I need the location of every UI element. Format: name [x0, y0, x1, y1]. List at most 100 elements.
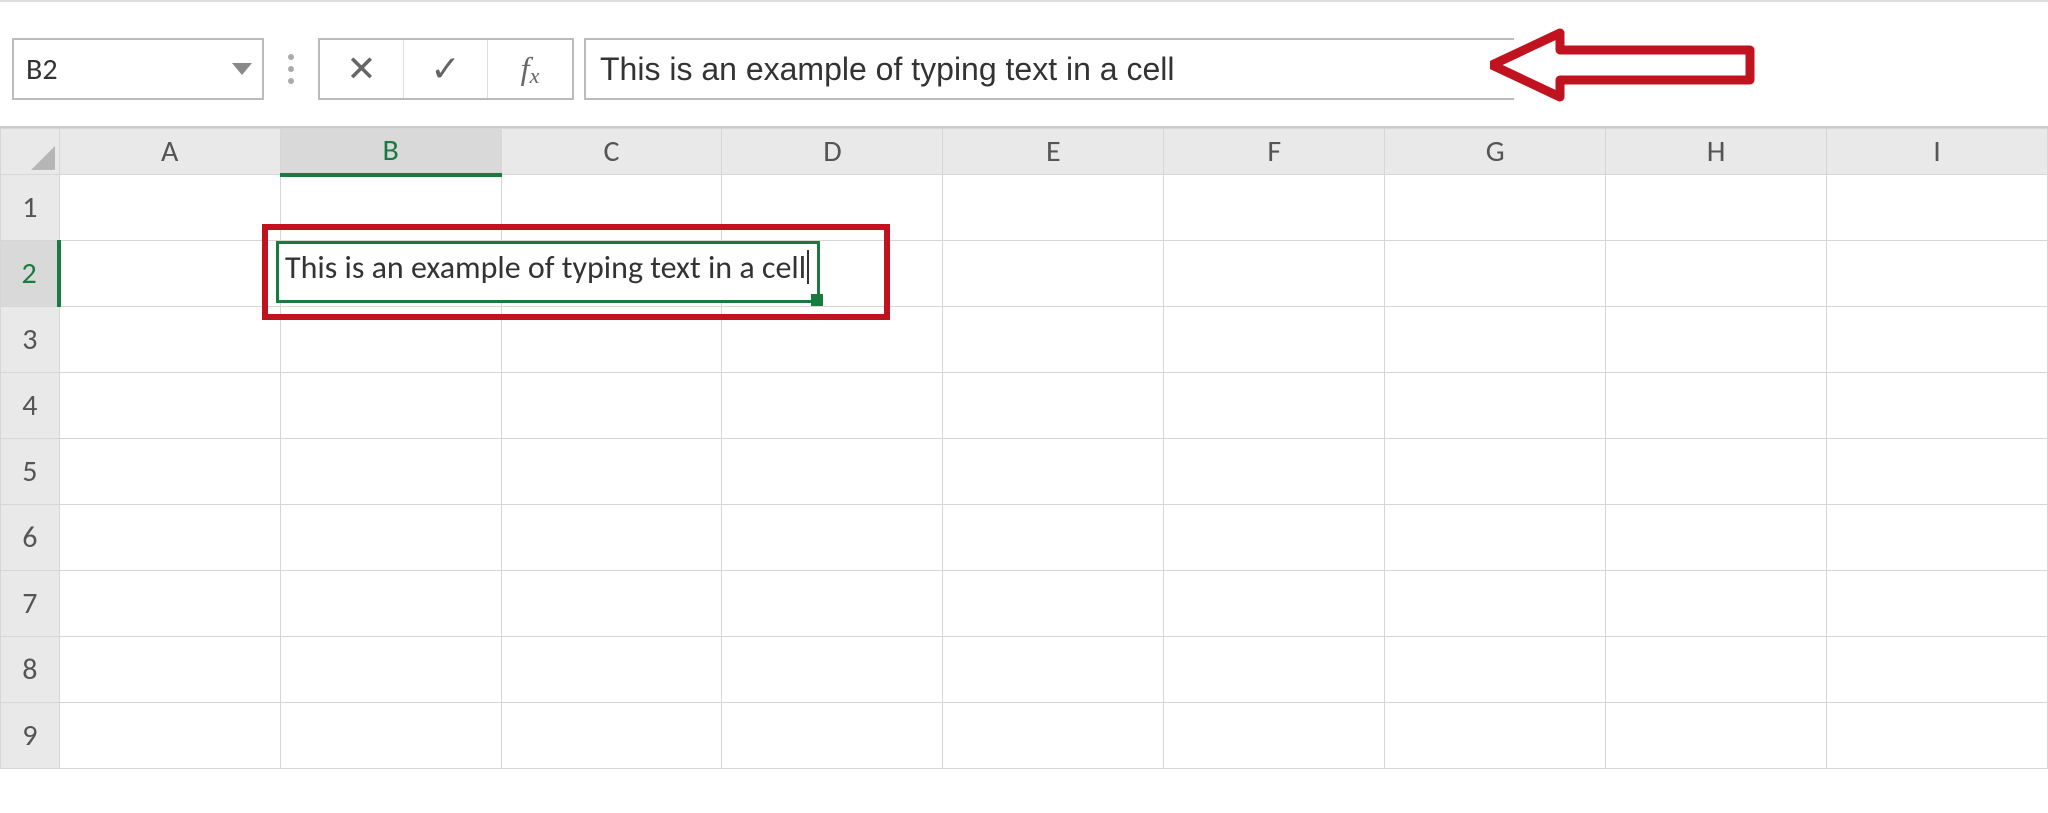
cell-I7[interactable]: [1827, 571, 2048, 637]
cell-A7[interactable]: [59, 571, 280, 637]
grid[interactable]: A B C D E F G H I 1 2 3: [0, 128, 2048, 769]
cell-A6[interactable]: [59, 505, 280, 571]
cell-I5[interactable]: [1827, 439, 2048, 505]
cell-C6[interactable]: [501, 505, 722, 571]
cell-A1[interactable]: [59, 175, 280, 241]
cell-F5[interactable]: [1164, 439, 1385, 505]
cell-D9[interactable]: [722, 703, 943, 769]
cell-G7[interactable]: [1385, 571, 1606, 637]
select-all-corner[interactable]: [1, 129, 60, 175]
cell-C1[interactable]: [501, 175, 722, 241]
cell-E3[interactable]: [943, 307, 1164, 373]
cell-D8[interactable]: [722, 637, 943, 703]
cell-C3[interactable]: [501, 307, 722, 373]
cell-A8[interactable]: [59, 637, 280, 703]
cell-B1[interactable]: [280, 175, 501, 241]
cell-H8[interactable]: [1606, 637, 1827, 703]
cell-G6[interactable]: [1385, 505, 1606, 571]
cell-A9[interactable]: [59, 703, 280, 769]
cell-C4[interactable]: [501, 373, 722, 439]
cell-C8[interactable]: [501, 637, 722, 703]
row-header-3[interactable]: 3: [1, 307, 60, 373]
cell-A5[interactable]: [59, 439, 280, 505]
row-header-2[interactable]: 2: [1, 241, 60, 307]
cell-I4[interactable]: [1827, 373, 2048, 439]
cell-I9[interactable]: [1827, 703, 2048, 769]
cell-E2[interactable]: [943, 241, 1164, 307]
cell-E8[interactable]: [943, 637, 1164, 703]
cell-E1[interactable]: [943, 175, 1164, 241]
cell-H2[interactable]: [1606, 241, 1827, 307]
cell-B7[interactable]: [280, 571, 501, 637]
cell-I3[interactable]: [1827, 307, 2048, 373]
cell-E4[interactable]: [943, 373, 1164, 439]
cell-C7[interactable]: [501, 571, 722, 637]
cell-F1[interactable]: [1164, 175, 1385, 241]
col-header-C[interactable]: C: [501, 129, 722, 175]
cell-D7[interactable]: [722, 571, 943, 637]
row-header-6[interactable]: 6: [1, 505, 60, 571]
cell-G9[interactable]: [1385, 703, 1606, 769]
cell-G5[interactable]: [1385, 439, 1606, 505]
row-header-4[interactable]: 4: [1, 373, 60, 439]
cell-H4[interactable]: [1606, 373, 1827, 439]
cell-E6[interactable]: [943, 505, 1164, 571]
cell-C5[interactable]: [501, 439, 722, 505]
col-header-D[interactable]: D: [722, 129, 943, 175]
cell-H3[interactable]: [1606, 307, 1827, 373]
cell-H9[interactable]: [1606, 703, 1827, 769]
cell-F6[interactable]: [1164, 505, 1385, 571]
vertical-dots-icon[interactable]: [274, 54, 308, 84]
cell-F4[interactable]: [1164, 373, 1385, 439]
cell-F7[interactable]: [1164, 571, 1385, 637]
cell-A2[interactable]: [59, 241, 280, 307]
cell-H1[interactable]: [1606, 175, 1827, 241]
col-header-F[interactable]: F: [1164, 129, 1385, 175]
cell-F3[interactable]: [1164, 307, 1385, 373]
row-header-7[interactable]: 7: [1, 571, 60, 637]
name-box[interactable]: B2: [12, 38, 264, 100]
col-header-G[interactable]: G: [1385, 129, 1606, 175]
col-header-E[interactable]: E: [943, 129, 1164, 175]
cell-E9[interactable]: [943, 703, 1164, 769]
cell-A4[interactable]: [59, 373, 280, 439]
cell-I6[interactable]: [1827, 505, 2048, 571]
cell-I8[interactable]: [1827, 637, 2048, 703]
cell-D3[interactable]: [722, 307, 943, 373]
cell-B6[interactable]: [280, 505, 501, 571]
cell-G4[interactable]: [1385, 373, 1606, 439]
cell-I1[interactable]: [1827, 175, 2048, 241]
cell-F9[interactable]: [1164, 703, 1385, 769]
cell-I2[interactable]: [1827, 241, 2048, 307]
chevron-down-icon[interactable]: [232, 63, 252, 75]
cell-B3[interactable]: [280, 307, 501, 373]
cell-editor[interactable]: This is an example of typing text in a c…: [276, 241, 820, 303]
row-header-1[interactable]: 1: [1, 175, 60, 241]
cell-G3[interactable]: [1385, 307, 1606, 373]
fill-handle[interactable]: [811, 294, 823, 306]
cell-E7[interactable]: [943, 571, 1164, 637]
cell-B9[interactable]: [280, 703, 501, 769]
col-header-H[interactable]: H: [1606, 129, 1827, 175]
col-header-A[interactable]: A: [59, 129, 280, 175]
cell-B5[interactable]: [280, 439, 501, 505]
cell-F2[interactable]: [1164, 241, 1385, 307]
col-header-B[interactable]: B: [280, 129, 501, 175]
cell-D6[interactable]: [722, 505, 943, 571]
row-header-5[interactable]: 5: [1, 439, 60, 505]
cell-D5[interactable]: [722, 439, 943, 505]
cell-G1[interactable]: [1385, 175, 1606, 241]
cancel-button[interactable]: ✕: [320, 40, 404, 98]
insert-function-button[interactable]: fx: [488, 40, 572, 98]
row-header-8[interactable]: 8: [1, 637, 60, 703]
cell-H5[interactable]: [1606, 439, 1827, 505]
cell-E5[interactable]: [943, 439, 1164, 505]
cell-B8[interactable]: [280, 637, 501, 703]
cell-H6[interactable]: [1606, 505, 1827, 571]
cell-C9[interactable]: [501, 703, 722, 769]
col-header-I[interactable]: I: [1827, 129, 2048, 175]
cell-B4[interactable]: [280, 373, 501, 439]
formula-input[interactable]: [584, 38, 1514, 100]
cell-D4[interactable]: [722, 373, 943, 439]
enter-button[interactable]: ✓: [404, 40, 488, 98]
